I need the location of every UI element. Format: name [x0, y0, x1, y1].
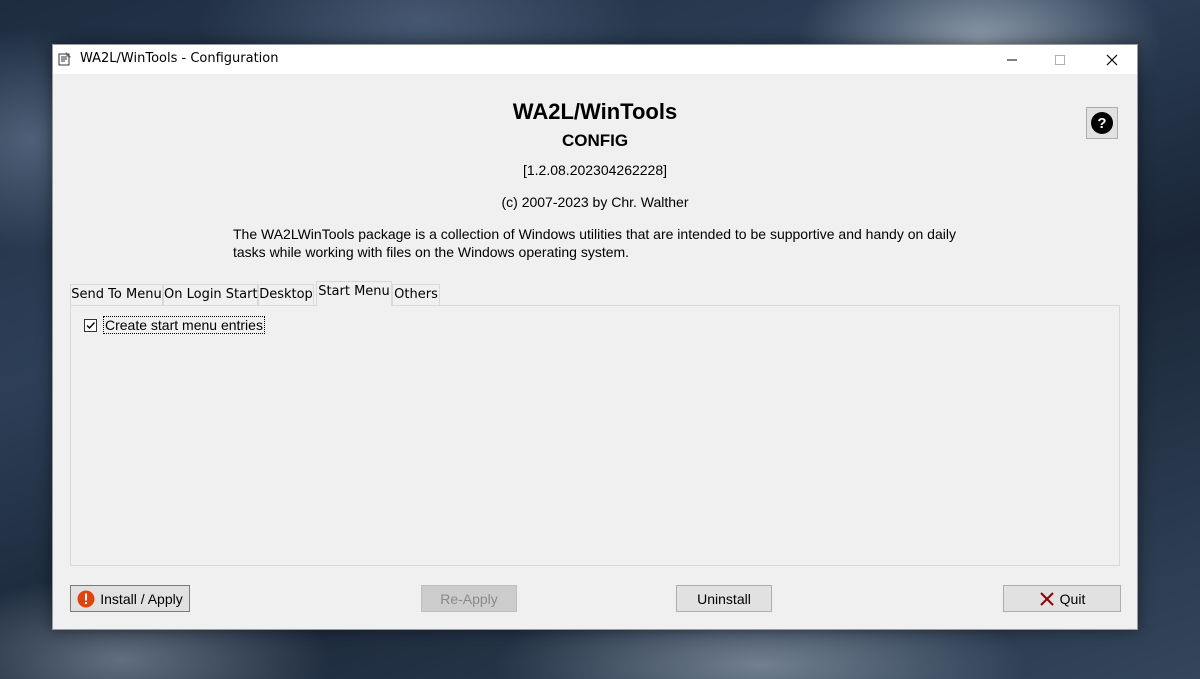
warning-icon [77, 590, 95, 608]
checkmark-icon [86, 321, 96, 329]
tab-send-to-menu[interactable]: Send To Menu [70, 284, 163, 305]
reapply-button[interactable]: Re-Apply [421, 585, 517, 612]
maximize-button[interactable] [1037, 45, 1083, 74]
create-start-menu-checkbox[interactable] [84, 318, 97, 332]
tab-desktop[interactable]: Desktop [258, 284, 314, 305]
tab-on-login-start[interactable]: On Login Start [163, 284, 258, 305]
app-title: WA2L/WinTools [512, 99, 678, 124]
title-bar[interactable]: WA2L/WinTools - Configuration [53, 45, 1137, 74]
help-icon: ? [1091, 112, 1113, 134]
description-text: The WA2LWinTools package is a collection… [233, 226, 956, 260]
create-start-menu-label[interactable]: Create start menu entries [103, 316, 265, 334]
create-start-menu-option[interactable]: Create start menu entries [84, 316, 265, 334]
close-icon [1106, 54, 1118, 65]
help-glyph: ? [1097, 115, 1106, 132]
minimize-icon [1007, 59, 1017, 60]
install-apply-label: Install / Apply [100, 590, 183, 607]
window-title: WA2L/WinTools - Configuration [80, 51, 279, 66]
tab-start-menu[interactable]: Start Menu [316, 281, 392, 306]
help-button[interactable]: ? [1086, 107, 1118, 139]
quit-label: Quit [1059, 590, 1086, 607]
install-apply-button[interactable]: Install / Apply [70, 585, 190, 612]
config-window: WA2L/WinTools - Configuration WA2L/WinTo… [52, 44, 1138, 630]
app-subtitle: CONFIG [561, 131, 629, 150]
quit-button[interactable]: Quit [1003, 585, 1121, 612]
reapply-label: Re-Apply [440, 590, 498, 607]
uninstall-button[interactable]: Uninstall [676, 585, 772, 612]
close-button[interactable] [1089, 45, 1135, 74]
x-icon [1039, 591, 1055, 607]
minimize-button[interactable] [989, 45, 1035, 74]
start-menu-panel: Create start menu entries [70, 305, 1120, 566]
app-icon [57, 51, 73, 67]
copyright-text: (c) 2007-2023 by Chr. Walther [501, 194, 689, 210]
version-text: [1.2.08.202304262228] [522, 162, 668, 178]
uninstall-label: Uninstall [697, 590, 751, 607]
maximize-icon [1055, 54, 1065, 65]
tab-others[interactable]: Others [392, 284, 440, 305]
